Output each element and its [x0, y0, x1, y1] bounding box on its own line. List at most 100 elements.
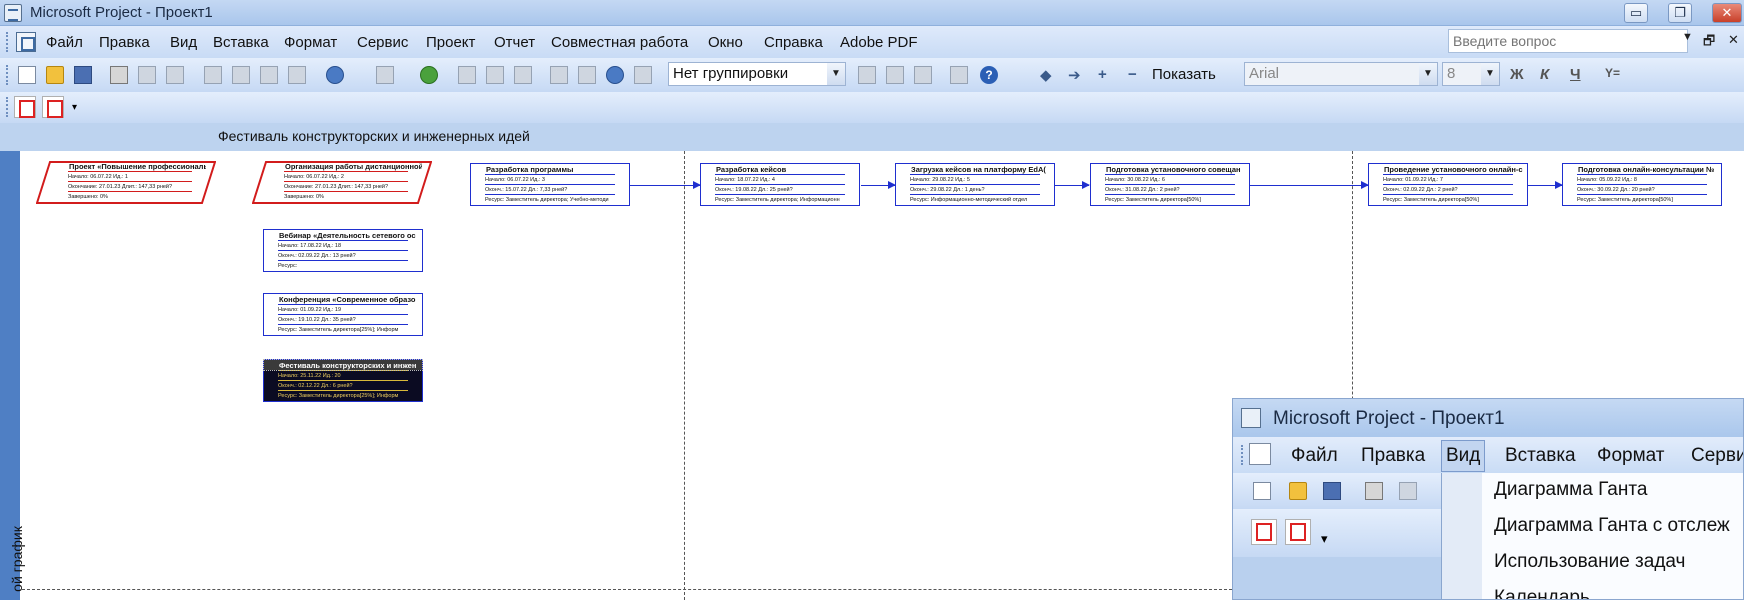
cut-icon[interactable] — [204, 66, 222, 84]
menu-item-tracking-gantt[interactable]: Диаграмма Ганта с отслеж — [1494, 515, 1730, 537]
chevron-down-icon[interactable]: ▼ — [827, 63, 845, 85]
popup-menu-format[interactable]: Формат — [1597, 445, 1665, 467]
grouping-select[interactable]: Нет группировки ▼ — [668, 62, 846, 86]
print-icon[interactable] — [110, 66, 128, 84]
new-icon[interactable] — [18, 66, 36, 84]
menu-item-task-usage[interactable]: Использование задач — [1494, 551, 1685, 573]
publish-icon[interactable] — [634, 66, 652, 84]
task-node[interactable]: Разработка кейсов Начало: 18.07.22 Ид.: 4… — [700, 163, 860, 206]
ask-dropdown-arrow[interactable]: ▼ — [1682, 31, 1693, 43]
pdf-attach-icon[interactable] — [1285, 519, 1311, 545]
menu-item-calendar[interactable]: Календарь — [1494, 587, 1590, 599]
filter-button[interactable]: Y= — [1605, 66, 1620, 80]
open-icon[interactable] — [1289, 482, 1307, 500]
toolbar-options-icon[interactable]: ▾ — [72, 102, 77, 113]
popup-menu-tools[interactable]: Серви — [1691, 445, 1743, 467]
save-icon[interactable] — [1323, 482, 1341, 500]
menu-item-gantt-chart[interactable]: Диаграмма Ганта — [1494, 479, 1647, 501]
task-node[interactable]: Конференция «Современное образо Начало: 0… — [263, 293, 423, 336]
assign-resources-icon[interactable] — [606, 66, 624, 84]
menu-window[interactable]: Окно — [708, 34, 743, 51]
zoom-in-icon[interactable] — [858, 66, 876, 84]
split-task-icon[interactable] — [514, 66, 532, 84]
task-node[interactable]: Подготовка установочного совещан Начало: … — [1090, 163, 1250, 206]
task-node[interactable]: Фестиваль конструкторских и инжен Начало:… — [263, 359, 423, 402]
show-button[interactable]: Показать — [1152, 66, 1216, 83]
mdi-close-icon[interactable]: ✕ — [1728, 32, 1739, 48]
task-node[interactable]: Проект «Повышение профессионалы Начало: 0… — [36, 161, 216, 204]
menu-help[interactable]: Справка — [764, 34, 823, 51]
menu-report[interactable]: Отчет — [494, 34, 535, 51]
menu-collaborate[interactable]: Совместная работа — [551, 34, 688, 51]
print-preview-icon[interactable] — [138, 66, 156, 84]
menu-adobe-pdf[interactable]: Adobe PDF — [840, 34, 918, 51]
toolbar-grip[interactable] — [6, 97, 9, 117]
print-icon[interactable] — [1365, 482, 1383, 500]
hyperlink-icon[interactable] — [420, 66, 438, 84]
pdf-convert-icon[interactable] — [14, 96, 36, 118]
paste-icon[interactable] — [260, 66, 278, 84]
menu-view[interactable]: Вид — [170, 34, 197, 51]
font-select[interactable]: Arial ▼ — [1244, 62, 1438, 86]
project-app-icon[interactable] — [4, 4, 22, 22]
new-icon[interactable] — [1253, 482, 1271, 500]
task-node[interactable]: Подготовка онлайн-консультации № Начало: … — [1562, 163, 1722, 206]
popup-menu-edit[interactable]: Правка — [1361, 445, 1425, 467]
arrow-left-icon[interactable]: ◆ — [1040, 66, 1052, 84]
popup-menu-file[interactable]: Файл — [1291, 445, 1338, 467]
link-tasks-icon[interactable] — [458, 66, 476, 84]
undo-icon[interactable] — [326, 66, 344, 84]
ask-question-input[interactable] — [1448, 29, 1688, 53]
popup-menu-insert[interactable]: Вставка — [1505, 445, 1576, 467]
task-node[interactable]: Загрузка кейсов на платформу EdA(Начало:… — [895, 163, 1055, 206]
zoom-out-icon[interactable] — [886, 66, 904, 84]
arrow-right-icon[interactable]: ➔ — [1068, 66, 1081, 84]
unlink-tasks-icon[interactable] — [486, 66, 504, 84]
document-icon[interactable] — [1249, 443, 1271, 465]
menu-tools[interactable]: Сервис — [357, 34, 408, 51]
task-node[interactable]: Организация работы дистанционной ст Начал… — [252, 161, 432, 204]
task-notes-icon[interactable] — [578, 66, 596, 84]
font-size-select[interactable]: 8 ▼ — [1442, 62, 1500, 86]
copy-picture-icon[interactable] — [950, 66, 968, 84]
underline-button[interactable]: Ч — [1570, 66, 1581, 83]
minus-icon[interactable]: − — [1128, 66, 1137, 83]
help-icon[interactable]: ? — [980, 66, 998, 84]
menu-project[interactable]: Проект — [426, 34, 475, 51]
redo-icon[interactable] — [376, 66, 394, 84]
menu-edit[interactable]: Правка — [99, 34, 150, 51]
task-node[interactable]: Проведение установочного онлайн-с Начало:… — [1368, 163, 1528, 206]
document-icon[interactable] — [16, 32, 36, 52]
task-node[interactable]: Разработка программы Начало: 06.07.22 Ид.… — [470, 163, 630, 206]
restore-button[interactable]: ❐ — [1668, 3, 1692, 23]
task-node[interactable]: Вебинар «Деятельность сетевого ос Начало:… — [263, 229, 423, 272]
format-painter-icon[interactable] — [288, 66, 306, 84]
italic-button[interactable]: К — [1540, 66, 1549, 83]
copy-icon[interactable] — [232, 66, 250, 84]
menu-file[interactable]: Файл — [46, 34, 83, 51]
project-app-icon[interactable] — [1241, 408, 1261, 428]
go-to-task-icon[interactable] — [914, 66, 932, 84]
print-preview-icon[interactable] — [1399, 482, 1417, 500]
menu-format[interactable]: Формат — [284, 34, 337, 51]
menu-insert[interactable]: Вставка — [213, 34, 269, 51]
mdi-restore-icon[interactable]: 🗗 — [1703, 32, 1715, 54]
pdf-convert-icon[interactable] — [1251, 519, 1277, 545]
toolbar-grip[interactable] — [6, 32, 9, 52]
save-icon[interactable] — [74, 66, 92, 84]
minimize-button[interactable]: ▭ — [1624, 3, 1648, 23]
toolbar-options-icon[interactable]: ▾ — [1321, 531, 1328, 547]
close-button[interactable]: ✕ — [1712, 3, 1742, 23]
plus-icon[interactable]: + — [1098, 66, 1107, 83]
toolbar-grip[interactable] — [1241, 445, 1244, 465]
open-icon[interactable] — [46, 66, 64, 84]
chevron-down-icon[interactable]: ▼ — [1419, 63, 1437, 85]
toolbar-grip[interactable] — [6, 65, 9, 85]
bold-button[interactable]: Ж — [1510, 66, 1524, 83]
chevron-down-icon[interactable]: ▼ — [1481, 63, 1499, 85]
pdf-attach-icon[interactable] — [42, 96, 64, 118]
task-info-icon[interactable] — [550, 66, 568, 84]
popup-menu-view[interactable]: Вид — [1441, 440, 1486, 472]
spelling-icon[interactable] — [166, 66, 184, 84]
secondary-project-window[interactable]: Microsoft Project - Проект1 Файл Правка … — [1232, 398, 1744, 600]
